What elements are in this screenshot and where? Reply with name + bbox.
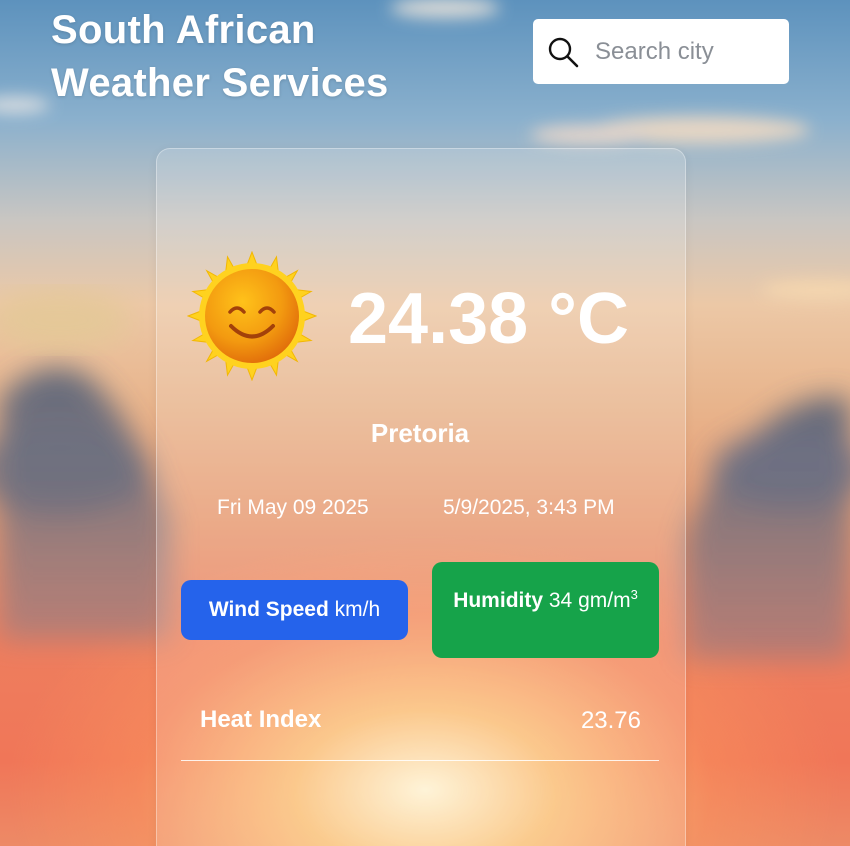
humidity-value: 34 — [548, 589, 573, 612]
divider — [181, 760, 659, 761]
city-name: Pretoria — [370, 418, 470, 448]
search-icon[interactable] — [546, 35, 580, 69]
humidity-badge: Humidity 34 gm/m3 — [432, 562, 659, 658]
temperature-value: 24.38 °C — [348, 279, 629, 359]
humidity-unit-superscript: 3 — [630, 587, 638, 602]
app-title: South African Weather Services — [51, 4, 389, 110]
wind-speed-unit: km/h — [334, 598, 381, 621]
search-input[interactable] — [593, 36, 777, 67]
sun-smiling-icon — [186, 250, 318, 382]
humidity-unit: gm/m — [578, 589, 631, 612]
wind-speed-label: Wind Speed — [208, 598, 329, 621]
humidity-label: Humidity — [453, 589, 544, 612]
wind-speed-badge: Wind Speed km/h — [181, 580, 408, 640]
heat-index-value: 23.76 — [580, 707, 641, 734]
app-title-line-2: Weather Services — [51, 61, 389, 105]
current-date: Fri May 09 2025 — [217, 496, 369, 519]
search-box[interactable] — [533, 19, 789, 84]
heat-index-label: Heat Index — [200, 706, 322, 733]
app-title-line-1: South African — [51, 8, 316, 52]
current-datetime: 5/9/2025, 3:43 PM — [443, 496, 615, 519]
